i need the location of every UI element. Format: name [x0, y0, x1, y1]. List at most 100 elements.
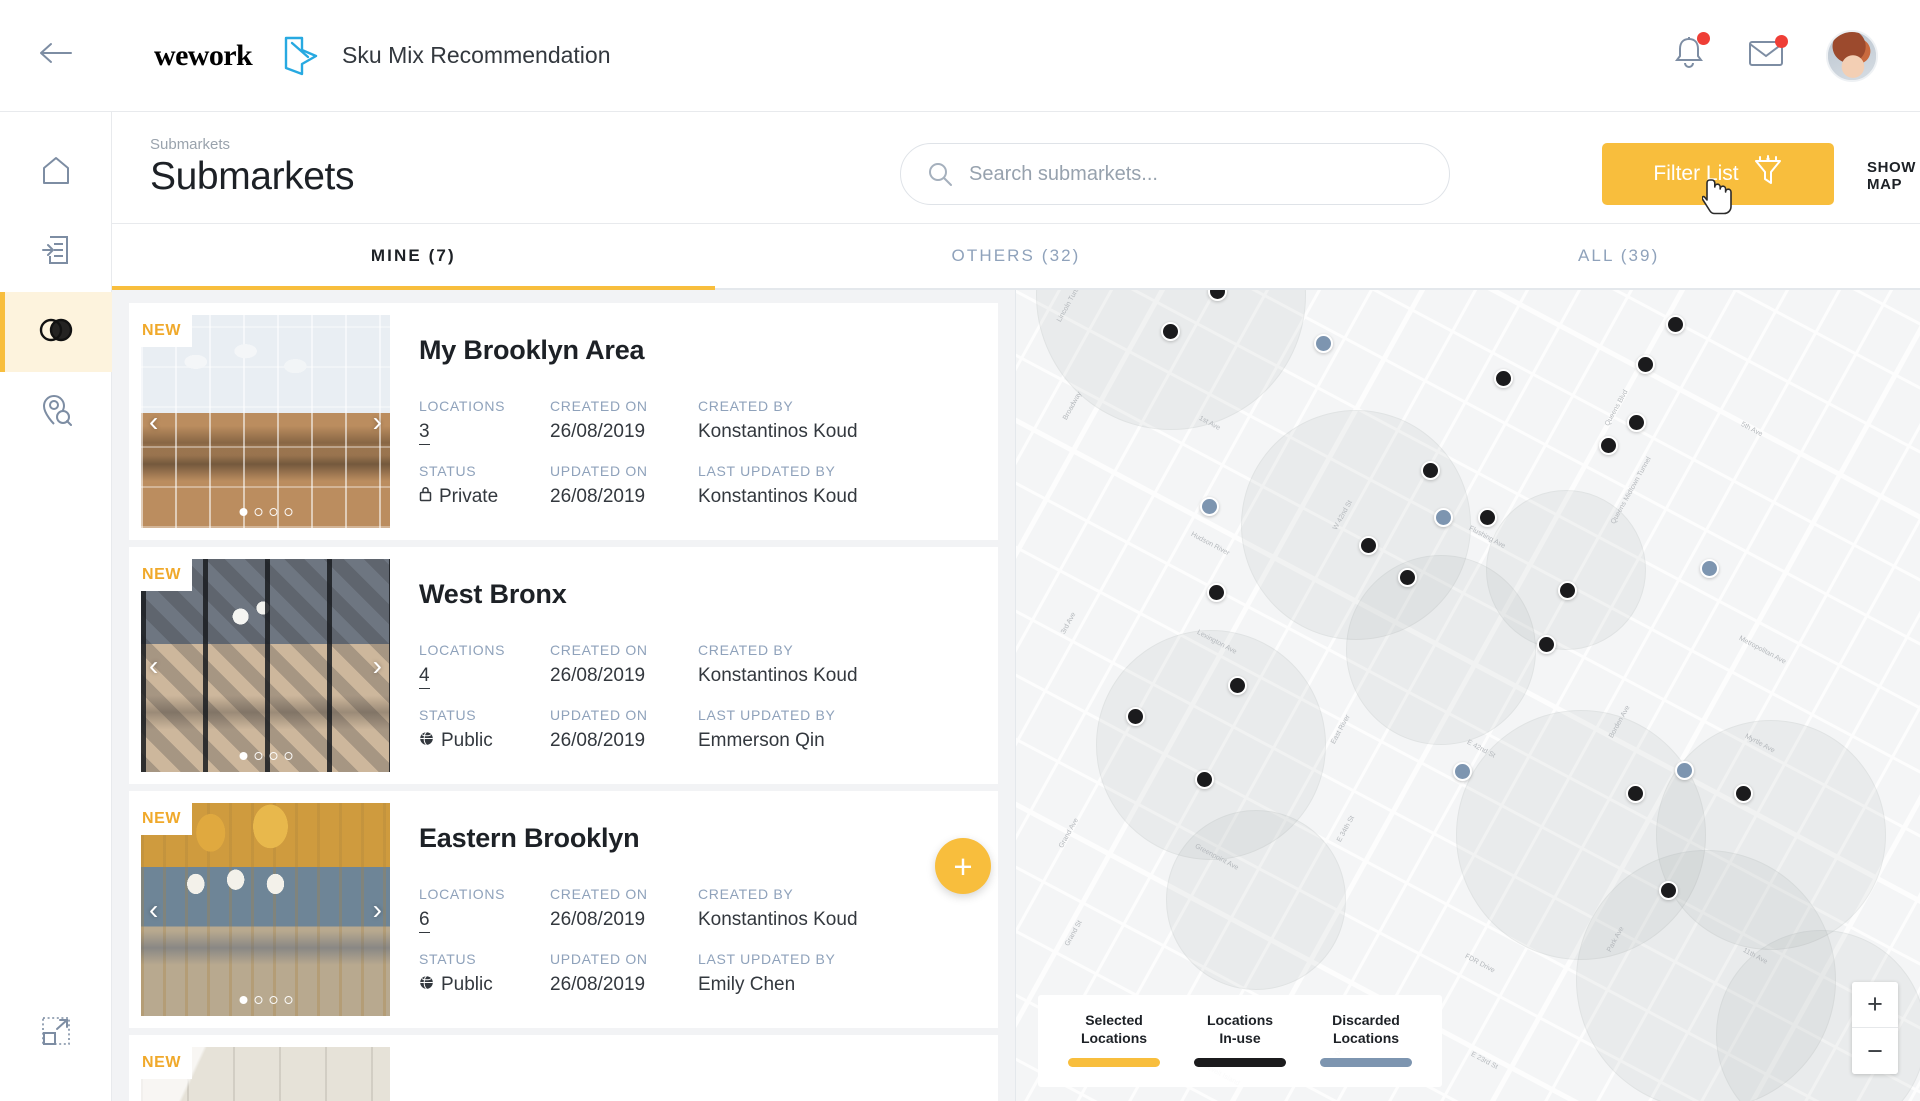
messages-button[interactable] — [1748, 35, 1788, 73]
meta-value-locations[interactable]: 4 — [419, 665, 430, 689]
brand[interactable]: wework Sku Mix Recommendation — [154, 34, 611, 78]
carousel-prev-icon[interactable]: ‹ — [149, 407, 158, 436]
zoom-out-button[interactable]: − — [1852, 1028, 1898, 1074]
meta-value-created-by: Konstantinos Koud — [698, 421, 858, 442]
carousel-dot[interactable] — [284, 508, 292, 516]
carousel-dot[interactable] — [254, 508, 262, 516]
tabs: MINE (7) OTHERS (32) ALL (39) — [112, 224, 1920, 290]
map-marker-inuse[interactable] — [1359, 536, 1378, 555]
sidebar-item-home[interactable] — [0, 132, 112, 212]
list-item[interactable]: NEW ‹ › West Bronx LOCATIONS CREATED ON … — [129, 547, 998, 784]
tab-all[interactable]: ALL (39) — [1317, 224, 1920, 288]
carousel-dot[interactable] — [269, 996, 277, 1004]
map-marker-discarded[interactable] — [1434, 508, 1453, 527]
map-marker-inuse[interactable] — [1161, 322, 1180, 341]
map-marker-inuse[interactable] — [1666, 315, 1685, 334]
meta-value-last-updated-by: Emily Chen — [698, 974, 796, 995]
carousel-dot[interactable] — [284, 752, 292, 760]
status-text: Public — [441, 730, 493, 751]
legend-label: Selected Locations — [1080, 1012, 1148, 1046]
map-marker-discarded[interactable] — [1200, 497, 1219, 516]
map-marker-inuse[interactable] — [1626, 784, 1645, 803]
map-marker-inuse[interactable] — [1398, 568, 1417, 587]
tab-others[interactable]: OTHERS (32) — [715, 224, 1318, 288]
meta-label-status: STATUS — [419, 951, 477, 967]
notifications-button[interactable] — [1672, 32, 1710, 76]
card-thumbnail[interactable]: NEW — [141, 1047, 390, 1101]
tab-mine[interactable]: MINE (7) — [112, 224, 715, 290]
search-icon — [927, 161, 953, 187]
carousel-next-icon[interactable]: › — [373, 407, 382, 436]
carousel-dots — [239, 752, 292, 760]
list-item[interactable]: NEW ‹ › My Brooklyn Area LOCATIONS CREAT… — [129, 303, 998, 540]
add-submarket-button[interactable]: + — [935, 838, 991, 894]
carousel-dot[interactable] — [284, 996, 292, 1004]
avatar[interactable] — [1826, 29, 1878, 82]
map-marker-inuse[interactable] — [1627, 413, 1646, 432]
sidebar-item-submarkets[interactable] — [0, 292, 112, 372]
map-marker-discarded[interactable] — [1453, 762, 1472, 781]
title-block: Submarkets Submarkets — [150, 136, 354, 199]
card-meta: LOCATIONS CREATED ON CREATED BY 6 26/08/… — [419, 872, 974, 996]
new-badge: NEW — [141, 1047, 193, 1079]
carousel-dot[interactable] — [239, 508, 247, 516]
map-marker-inuse[interactable] — [1228, 676, 1247, 695]
meta-value-locations[interactable]: 3 — [419, 421, 430, 445]
carousel-dot[interactable] — [269, 508, 277, 516]
map-marker-inuse[interactable] — [1636, 355, 1655, 374]
map-marker-inuse[interactable] — [1558, 581, 1577, 600]
legend-item-in-use: Locations In-use — [1194, 1012, 1286, 1067]
list-item[interactable]: NEW ‹ › Eastern Brooklyn LOCATIONS CREAT… — [129, 791, 998, 1028]
top-bar: wework Sku Mix Recommendation — [0, 0, 1920, 112]
globe-icon — [419, 730, 434, 752]
carousel-next-icon[interactable]: › — [373, 651, 382, 680]
sidebar-item-expand[interactable] — [0, 993, 112, 1073]
card-body: Eastern Brooklyn LOCATIONS CREATED ON CR… — [419, 823, 998, 996]
search-input[interactable] — [969, 162, 1389, 186]
arrow-left-icon — [39, 42, 73, 69]
card-title: West Bronx — [419, 579, 567, 609]
sidebar-item-location-search[interactable] — [0, 372, 112, 452]
carousel-dot[interactable] — [239, 996, 247, 1004]
legend-color-swatch — [1320, 1058, 1412, 1067]
filter-list-button[interactable]: Filter List — [1602, 143, 1834, 205]
zoom-in-button[interactable]: + — [1852, 982, 1898, 1028]
carousel-prev-icon[interactable]: ‹ — [149, 651, 158, 680]
meta-label-created-by: CREATED BY — [698, 642, 794, 658]
expand-icon — [40, 1015, 72, 1052]
map-marker-inuse[interactable] — [1207, 583, 1226, 602]
map-marker-inuse[interactable] — [1195, 770, 1214, 789]
card-thumbnail[interactable]: NEW ‹ › — [141, 559, 390, 772]
carousel-prev-icon[interactable]: ‹ — [149, 895, 158, 924]
map-marker-inuse[interactable] — [1599, 436, 1618, 455]
carousel-dot[interactable] — [254, 996, 262, 1004]
map-marker-discarded[interactable] — [1700, 559, 1719, 578]
card-thumbnail[interactable]: NEW ‹ › — [141, 803, 390, 1016]
map-marker-inuse[interactable] — [1659, 881, 1678, 900]
map-marker-inuse[interactable] — [1734, 784, 1753, 803]
show-map-toggle-group[interactable]: SHOW MAP — [1867, 159, 1920, 193]
carousel-dot[interactable] — [269, 752, 277, 760]
map-marker-inuse[interactable] — [1537, 635, 1556, 654]
carousel-dot[interactable] — [239, 752, 247, 760]
map-panel[interactable]: Lincoln Tunnel Hudson River East River FDR … — [1015, 290, 1920, 1101]
carousel-next-icon[interactable]: › — [373, 895, 382, 924]
map-marker-inuse[interactable] — [1421, 461, 1440, 480]
carousel-dot[interactable] — [254, 752, 262, 760]
sidebar-item-reports[interactable] — [0, 212, 112, 292]
map-marker-inuse[interactable] — [1126, 707, 1145, 726]
search-box[interactable] — [900, 143, 1450, 205]
carousel-dots — [239, 996, 292, 1004]
map-marker-inuse[interactable] — [1478, 508, 1497, 527]
submarket-list[interactable]: NEW ‹ › My Brooklyn Area LOCATIONS CREAT… — [112, 290, 1015, 1101]
meta-label-locations: LOCATIONS — [419, 398, 506, 414]
map-marker-discarded[interactable] — [1314, 334, 1333, 353]
legend-color-swatch — [1194, 1058, 1286, 1067]
meta-value-locations[interactable]: 6 — [419, 909, 430, 933]
list-item[interactable]: NEW — [129, 1035, 998, 1101]
globe-icon — [419, 974, 434, 996]
map-marker-discarded[interactable] — [1675, 761, 1694, 780]
card-thumbnail[interactable]: NEW ‹ › — [141, 315, 390, 528]
map-marker-inuse[interactable] — [1494, 369, 1513, 388]
back-button[interactable] — [0, 0, 112, 112]
